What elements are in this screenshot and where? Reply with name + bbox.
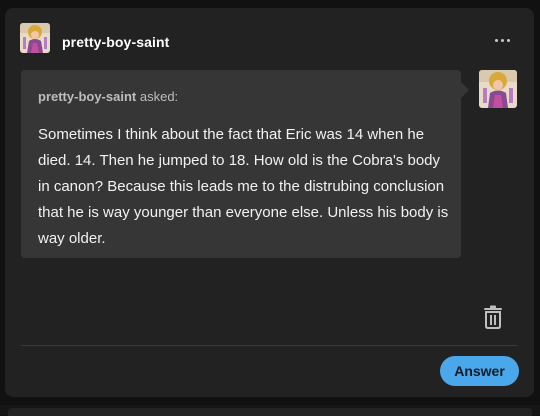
answer-button[interactable]: Answer xyxy=(440,356,519,386)
asked-label: asked: xyxy=(139,89,179,104)
trash-icon[interactable] xyxy=(482,305,504,329)
next-post-edge xyxy=(0,405,540,416)
asker-name[interactable]: pretty-boy-saint xyxy=(38,89,136,104)
asker-avatar-icon[interactable] xyxy=(479,70,517,108)
ask-post-card: pretty-boy-saint pretty-boy-saint asked:… xyxy=(5,8,534,397)
question-text: Sometimes I think about the fact that Er… xyxy=(38,126,449,247)
ask-bubble: pretty-boy-saint asked: Sometimes I thin… xyxy=(21,70,469,258)
more-dot xyxy=(506,38,510,42)
author-avatar-icon[interactable] xyxy=(20,23,50,53)
footer-divider xyxy=(21,345,518,346)
post-author-name[interactable]: pretty-boy-saint xyxy=(62,34,169,50)
asker-line: pretty-boy-saint asked: xyxy=(38,89,178,104)
more-dot xyxy=(494,38,498,42)
more-options-icon[interactable] xyxy=(490,28,514,52)
more-dot xyxy=(500,38,504,42)
